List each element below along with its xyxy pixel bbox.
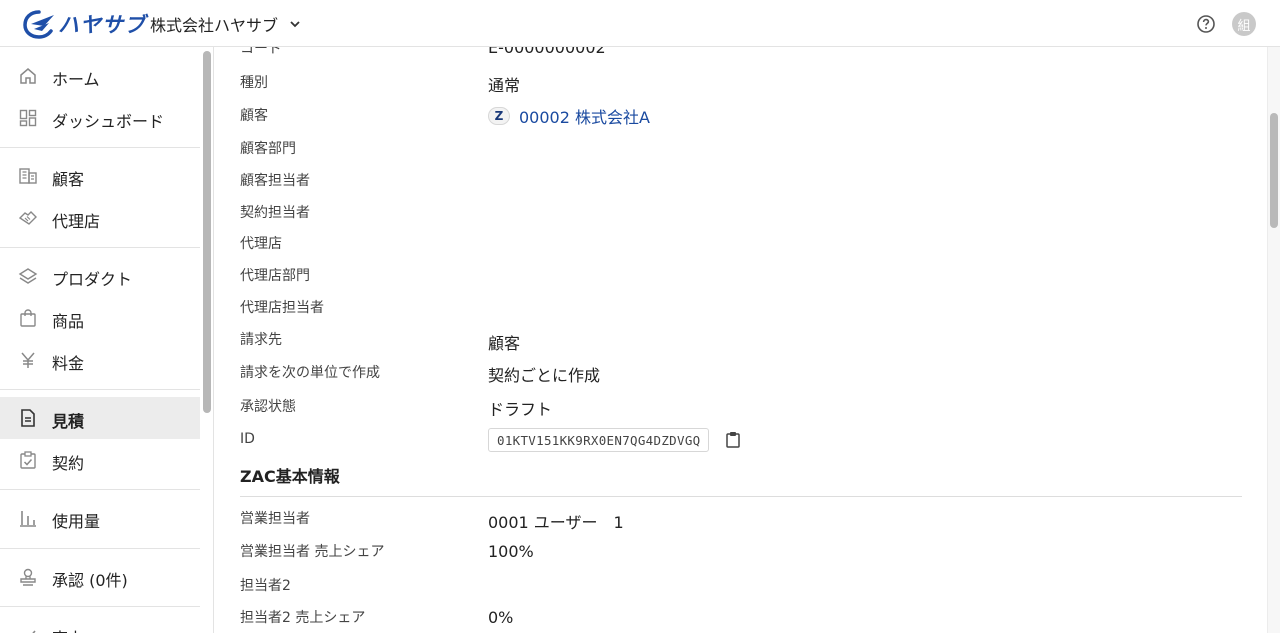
customer-link[interactable]: Z 00002 株式会社A <box>488 104 650 128</box>
sidebar: ホーム ダッシュボード 顧客 代理店 プロダクト 商品 料金 見積 契約 使用量 <box>0 47 214 633</box>
field-value-approval-status: ドラフト <box>488 400 553 419</box>
zac-section-title: ZAC基本情報 <box>240 467 340 486</box>
sidebar-item-label: 承認 (0件) <box>52 571 128 590</box>
sidebar-item-agency[interactable]: 代理店 <box>0 197 200 239</box>
sidebar-item-label: 料金 <box>52 354 85 373</box>
dashboard-icon <box>19 109 37 127</box>
logo-text: ハヤサブ <box>58 13 146 37</box>
field-value-billing-to: 顧客 <box>488 334 521 353</box>
shopping-bag-icon <box>20 309 36 327</box>
id-value-box: 01KTV151KK9RX0EN7QG4DZDVGQ <box>488 428 710 452</box>
field-value-code: E-0000000002 <box>488 47 606 57</box>
user-avatar[interactable]: 組 <box>1232 12 1256 36</box>
company-name: 株式会社ハヤサブ <box>150 16 279 35</box>
sidebar-divider <box>0 489 200 490</box>
field-label-agency-dept: 代理店部門 <box>240 268 310 284</box>
field-label-billing-unit: 請求を次の単位で作成 <box>240 365 380 381</box>
sidebar-item-label: 代理店 <box>52 212 101 231</box>
field-value-type: 通常 <box>488 76 521 95</box>
home-icon <box>20 68 36 84</box>
document-icon <box>21 409 35 427</box>
field-label-id: ID <box>240 431 255 447</box>
sidebar-item-dashboard[interactable]: ダッシュボード <box>0 97 200 139</box>
chevron-down-icon <box>290 21 300 28</box>
falcon-logo-icon <box>23 10 54 39</box>
sidebar-item-label: プロダクト <box>52 270 133 289</box>
sidebar-item-sales[interactable]: 売上 <box>0 614 200 633</box>
sidebar-divider <box>0 548 200 549</box>
sidebar-item-label: 見積 <box>52 412 85 431</box>
main-scrollbar[interactable] <box>1267 47 1280 633</box>
quote-detail-panel: コード E-0000000002 種別 通常 顧客 Z 00002 株式会社A … <box>215 47 1267 633</box>
field-label-code: コード <box>240 47 282 57</box>
field-label-owner2: 担当者2 <box>240 578 291 594</box>
sidebar-item-item[interactable]: 商品 <box>0 297 200 339</box>
sidebar-divider <box>0 147 200 148</box>
customer-link-text: 00002 株式会社A <box>519 108 650 127</box>
field-label-type: 種別 <box>240 75 268 91</box>
sidebar-item-approval[interactable]: 承認 (0件) <box>0 556 200 598</box>
field-label-owner2-share: 担当者2 売上シェア <box>240 610 366 626</box>
sidebar-item-label: ダッシュボード <box>52 112 165 131</box>
field-label-agency: 代理店 <box>240 236 282 252</box>
sidebar-item-price[interactable]: 料金 <box>0 339 200 381</box>
yen-icon <box>21 352 35 368</box>
sidebar-item-label: 商品 <box>52 312 85 331</box>
section-divider <box>240 496 1242 497</box>
customer-icon <box>19 168 37 184</box>
zac-badge: Z <box>488 107 510 125</box>
field-label-customer: 顧客 <box>240 108 268 124</box>
sidebar-divider <box>0 247 200 248</box>
sidebar-item-quote[interactable]: 見積 <box>0 397 200 439</box>
app-logo[interactable]: ハヤサブ <box>22 9 146 39</box>
sidebar-item-product[interactable]: プロダクト <box>0 255 200 297</box>
sidebar-item-label: 契約 <box>52 454 85 473</box>
field-label-approval-status: 承認状態 <box>240 399 296 415</box>
field-value-owner2-share: 0% <box>488 608 514 627</box>
sidebar-item-customer[interactable]: 顧客 <box>0 155 200 197</box>
field-label-customer-dept: 顧客部門 <box>240 141 296 157</box>
sidebar-item-label: 使用量 <box>52 512 101 531</box>
sidebar-divider <box>0 606 200 607</box>
clipboard-check-icon <box>20 451 36 469</box>
sidebar-item-usage[interactable]: 使用量 <box>0 497 200 539</box>
company-switcher[interactable]: 株式会社ハヤサブ <box>150 12 302 36</box>
handshake-icon <box>18 211 37 225</box>
sales-icon <box>32 630 36 633</box>
main-scrollbar-thumb[interactable] <box>1270 113 1278 228</box>
field-label-customer-contact: 顧客担当者 <box>240 173 310 189</box>
sidebar-divider <box>0 389 200 390</box>
field-label-contract-owner: 契約担当者 <box>240 205 310 221</box>
field-value-sales-owner: 0001 ユーザー 1 <box>488 513 624 532</box>
stamp-icon <box>20 568 36 586</box>
sidebar-item-label: 顧客 <box>52 170 85 189</box>
help-icon[interactable] <box>1196 14 1216 34</box>
sidebar-item-label: 売上 <box>52 625 84 633</box>
field-label-sales-share: 営業担当者 売上シェア <box>240 544 385 560</box>
field-label-agency-contact: 代理店担当者 <box>240 300 324 316</box>
copy-clipboard-icon[interactable] <box>726 431 740 448</box>
field-value-sales-share: 100% <box>488 542 534 561</box>
sidebar-item-label: ホーム <box>52 70 100 89</box>
sidebar-item-contract[interactable]: 契約 <box>0 439 200 481</box>
field-value-billing-unit: 契約ごとに作成 <box>488 366 601 385</box>
field-label-billing-to: 請求先 <box>240 332 282 348</box>
field-label-sales-owner: 営業担当者 <box>240 511 310 527</box>
top-header: ハヤサブ 株式会社ハヤサブ 組 <box>0 0 1280 47</box>
bar-chart-icon <box>20 511 36 527</box>
sidebar-item-home[interactable]: ホーム <box>0 55 200 97</box>
layers-icon <box>18 268 38 284</box>
sidebar-scrollbar[interactable] <box>203 51 211 413</box>
